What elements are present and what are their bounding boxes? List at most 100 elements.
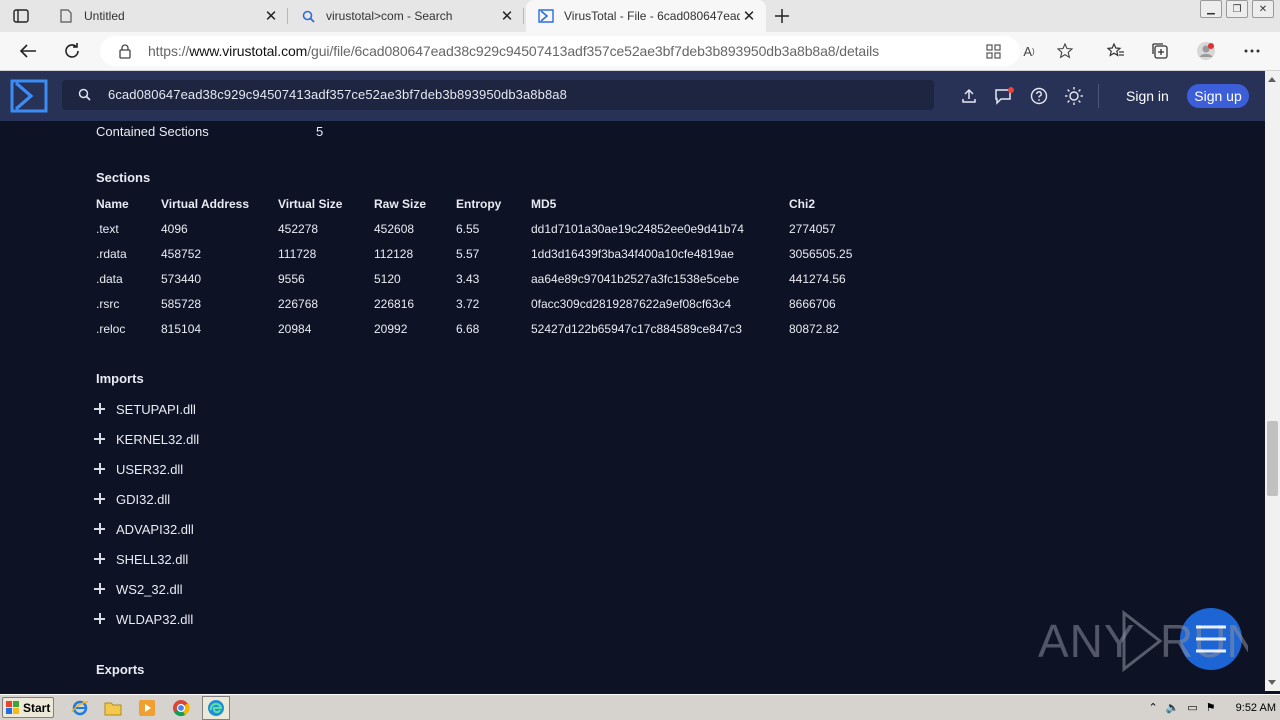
scroll-up-arrow-icon[interactable] — [1268, 77, 1276, 82]
header-divider — [1098, 84, 1099, 108]
import-item-gdi32[interactable]: GDI32.dll — [94, 489, 170, 509]
tab-search[interactable]: virustotal>com - Search ✕ — [288, 0, 524, 32]
add-favorite-icon[interactable] — [1056, 42, 1074, 60]
table-cell: 3.72 — [456, 297, 480, 311]
import-dll-name: SHELL32.dll — [116, 551, 189, 567]
internet-explorer-icon[interactable] — [70, 698, 90, 718]
close-window-icon[interactable]: ✕ — [1252, 0, 1274, 18]
table-cell: 3.43 — [456, 272, 480, 286]
browser-toolbar: https://www.virustotal.com/gui/file/6cad… — [0, 32, 1280, 71]
table-cell: 20992 — [374, 322, 408, 336]
expand-plus-icon[interactable] — [94, 403, 106, 415]
column-header-chi2: Chi2 — [789, 197, 816, 211]
table-cell: 6.55 — [456, 222, 480, 236]
url-text[interactable]: https://www.virustotal.com/gui/file/6cad… — [148, 43, 879, 59]
media-player-icon[interactable] — [137, 698, 157, 718]
expand-plus-icon[interactable] — [94, 523, 106, 535]
network-icon[interactable]: ▭ — [1187, 701, 1197, 714]
imports-heading: Imports — [96, 371, 144, 386]
windows-taskbar: Start ⌃ 🔈 ▭ ⚑ 9:52 AM — [0, 694, 1280, 720]
page-scrollbar[interactable] — [1265, 71, 1280, 691]
show-hidden-icons-icon[interactable]: ⌃ — [1148, 701, 1157, 714]
column-header-entropy: Entropy — [456, 197, 502, 211]
import-item-kernel32[interactable]: KERNEL32.dll — [94, 429, 199, 449]
import-item-setupapi[interactable]: SETUPAPI.dll — [94, 399, 196, 419]
more-options-icon[interactable] — [1242, 41, 1262, 61]
column-header-virtual-address: Virtual Address — [161, 197, 250, 211]
notifications-icon[interactable] — [994, 86, 1014, 106]
sign-up-button[interactable]: Sign up — [1187, 84, 1249, 108]
lock-icon[interactable] — [118, 43, 132, 64]
import-item-wldap32[interactable]: WLDAP32.dll — [94, 609, 193, 629]
browser-tab-bar: Untitled ✕ virustotal>com - Search ✕ Vir… — [0, 0, 1280, 32]
flag-icon[interactable]: ⚑ — [1206, 701, 1216, 714]
import-item-advapi32[interactable]: ADVAPI32.dll — [94, 519, 194, 539]
back-arrow-icon[interactable] — [18, 41, 38, 61]
table-cell: .rdata — [96, 247, 127, 261]
import-item-shell32[interactable]: SHELL32.dll — [94, 549, 188, 569]
expand-plus-icon[interactable] — [94, 433, 106, 445]
reload-icon[interactable] — [62, 41, 82, 61]
upload-icon[interactable] — [959, 86, 979, 106]
expand-plus-icon[interactable] — [94, 613, 106, 625]
import-dll-name: USER32.dll — [116, 461, 184, 477]
search-input[interactable]: 6cad080647ead38c929c94507413adf357ce52ae… — [108, 87, 567, 102]
import-dll-name: ADVAPI32.dll — [116, 521, 194, 537]
collections-icon[interactable] — [1150, 41, 1170, 61]
table-cell: aa64e89c97041b2527a3fc1538e5cebe — [531, 272, 740, 286]
theme-toggle-icon[interactable] — [1064, 86, 1084, 106]
address-bar[interactable]: https://www.virustotal.com/gui/file/6cad… — [100, 36, 1073, 66]
profile-avatar[interactable] — [1196, 41, 1216, 61]
tab-actions-icon[interactable] — [12, 7, 30, 25]
table-cell: 5120 — [374, 272, 401, 286]
page-icon — [58, 8, 74, 24]
tab-untitled[interactable]: Untitled ✕ — [46, 0, 288, 32]
table-cell: 815104 — [161, 322, 202, 336]
vt-header: 6cad080647ead38c929c94507413adf357ce52ae… — [0, 71, 1280, 121]
expand-plus-icon[interactable] — [94, 463, 106, 475]
tab-virustotal[interactable]: VirusTotal - File - 6cad080647ead ✕ — [526, 0, 766, 32]
virustotal-logo-icon — [538, 8, 554, 24]
restore-icon[interactable]: ❐ — [1226, 0, 1248, 18]
expand-plus-icon[interactable] — [94, 553, 106, 565]
sign-in-link[interactable]: Sign in — [1126, 88, 1169, 104]
close-icon[interactable]: ✕ — [262, 7, 280, 25]
tab-title: VirusTotal - File - 6cad080647ead — [564, 9, 740, 23]
svg-text:ANY: ANY — [1038, 615, 1136, 667]
table-cell: 20984 — [278, 322, 312, 336]
edge-taskbar-icon[interactable] — [202, 696, 230, 720]
import-item-ws2-32[interactable]: WS2_32.dll — [94, 579, 182, 599]
virustotal-logo-icon[interactable] — [10, 79, 48, 113]
volume-icon[interactable]: 🔈 — [1166, 701, 1180, 714]
table-cell: .text — [96, 222, 119, 236]
close-icon[interactable]: ✕ — [740, 7, 758, 25]
start-label: Start — [23, 700, 51, 715]
new-tab-icon[interactable] — [772, 6, 792, 26]
table-cell: 452278 — [278, 222, 319, 236]
table-cell: 458752 — [161, 247, 202, 261]
start-button[interactable]: Start — [2, 697, 54, 718]
clock[interactable]: 9:52 AM — [1236, 702, 1276, 714]
table-cell: 2774057 — [789, 222, 836, 236]
table-cell: .rsrc — [96, 297, 120, 311]
minimize-icon[interactable]: ▁ — [1200, 0, 1222, 18]
help-icon[interactable] — [1029, 86, 1049, 106]
table-cell: 226768 — [278, 297, 319, 311]
favorites-icon[interactable] — [1106, 41, 1126, 61]
vt-search-bar[interactable]: 6cad080647ead38c929c94507413adf357ce52ae… — [62, 80, 934, 110]
table-cell: 9556 — [278, 272, 305, 286]
expand-plus-icon[interactable] — [94, 493, 106, 505]
file-explorer-icon[interactable] — [103, 698, 123, 718]
scrollbar-thumb[interactable] — [1267, 421, 1278, 496]
chrome-icon[interactable] — [171, 698, 191, 718]
anyrun-watermark-logo: ANY RUN — [1038, 605, 1260, 675]
apps-icon[interactable] — [984, 42, 1002, 60]
table-cell: 3056505.25 — [789, 247, 853, 261]
svg-text:RUN: RUN — [1160, 615, 1248, 667]
expand-plus-icon[interactable] — [94, 583, 106, 595]
close-icon[interactable]: ✕ — [498, 7, 516, 25]
import-item-user32[interactable]: USER32.dll — [94, 459, 183, 479]
scroll-down-arrow-icon[interactable] — [1268, 680, 1276, 685]
read-aloud-icon[interactable]: A) — [1020, 42, 1038, 60]
table-cell: .reloc — [96, 322, 126, 336]
